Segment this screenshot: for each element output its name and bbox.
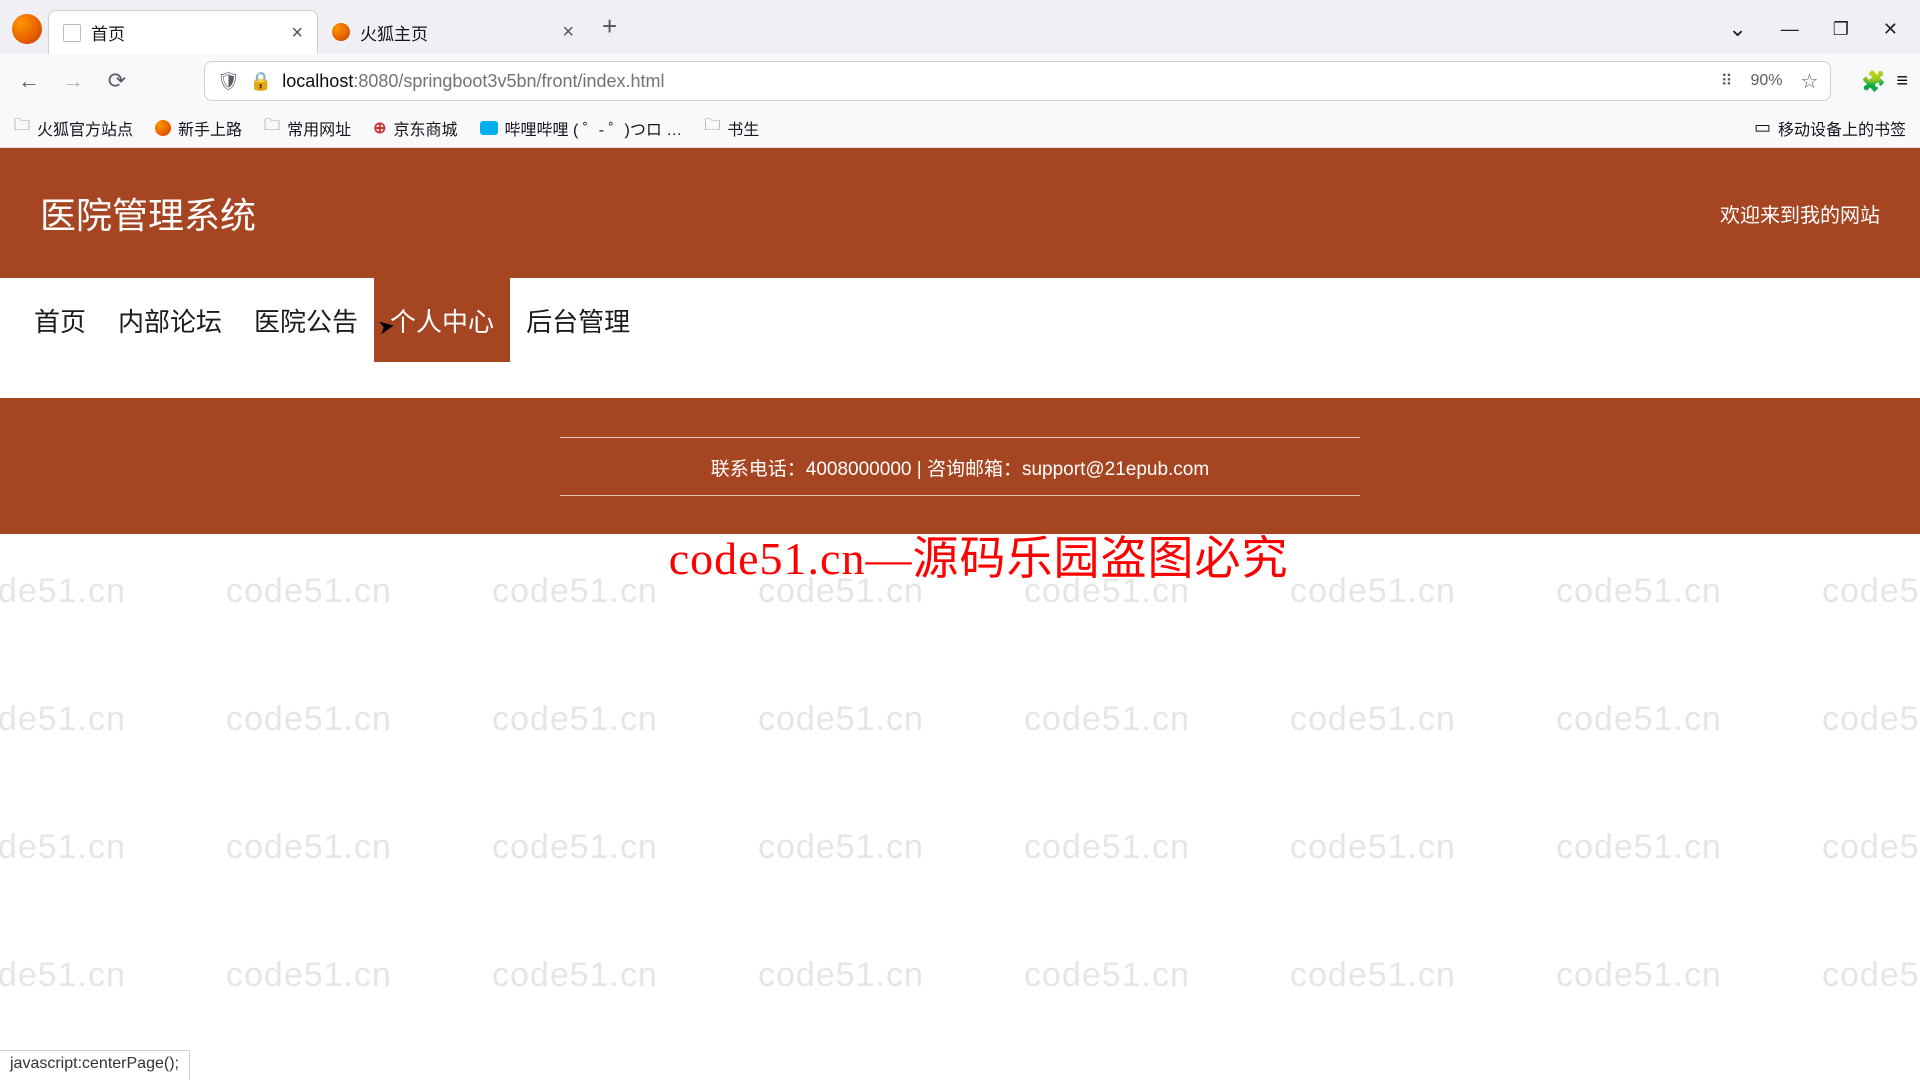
browser-tab-0[interactable]: 首页 × [48, 10, 318, 54]
welcome-text: 欢迎来到我的网站 [1720, 199, 1880, 228]
close-tab-icon[interactable]: × [291, 23, 303, 43]
zoom-level[interactable]: 90% [1750, 72, 1782, 90]
status-bar: javascript:centerPage(); [0, 1050, 190, 1080]
bookmark-label: 常用网址 [287, 116, 351, 140]
bookmark-item-5[interactable]: 🗀 书生 [704, 114, 759, 141]
footer-text: 联系电话：4008000000 | 咨询邮箱：support@21epub.co… [560, 454, 1360, 496]
app-menu-icon[interactable]: ≡ [1896, 70, 1908, 93]
folder-icon: 🗀 [704, 114, 720, 141]
bookmark-item-1[interactable]: 新手上路 [155, 116, 242, 140]
close-tab-icon[interactable]: × [562, 22, 574, 42]
footer-phone-label: 联系电话： [711, 459, 806, 480]
nav-item-0[interactable]: 首页 [18, 278, 102, 362]
bookmark-item-2[interactable]: 🗀 常用网址 [264, 114, 351, 141]
nav-item-3[interactable]: 个人中心 [374, 278, 510, 362]
page-content: 医院管理系统 欢迎来到我的网站 首页内部论坛医院公告个人中心后台管理 联系电话：… [0, 148, 1920, 534]
window-minimize-icon[interactable]: — [1781, 19, 1799, 40]
favicon-icon [332, 23, 350, 41]
mobile-bookmarks[interactable]: ▭ 移动设备上的书签 [1754, 116, 1906, 140]
anti-theft-watermark: code51.cn—源码乐园盗图必究 [669, 522, 1289, 588]
lock-icon[interactable]: 🔒 [250, 71, 272, 92]
bookmark-label: 新手上路 [178, 116, 242, 140]
reader-icon[interactable]: ⠿ [1721, 71, 1733, 91]
back-button[interactable]: ← [12, 64, 46, 98]
footer-mail: support@21epub.com [1022, 459, 1209, 480]
nav-item-2[interactable]: 医院公告 [238, 278, 374, 362]
bookmark-item-3[interactable]: ⊕ 京东商城 [373, 116, 457, 140]
bookmark-label: 京东商城 [393, 116, 457, 140]
jd-icon: ⊕ [373, 118, 386, 138]
footer-inner: 联系电话：4008000000 | 咨询邮箱：support@21epub.co… [560, 437, 1360, 496]
url-domain: localhost [282, 71, 353, 91]
bookmark-label: 书生 [727, 116, 759, 140]
tab-title: 首页 [91, 20, 125, 45]
url-text: localhost:8080/springboot3v5bn/front/ind… [282, 71, 664, 92]
bookmark-star-icon[interactable]: ☆ [1800, 69, 1818, 94]
site-footer: 联系电话：4008000000 | 咨询邮箱：support@21epub.co… [0, 398, 1920, 534]
site-header: 医院管理系统 欢迎来到我的网站 [0, 148, 1920, 278]
footer-rule-top [560, 437, 1360, 438]
new-tab-button[interactable]: + [602, 11, 617, 42]
nav-item-1[interactable]: 内部论坛 [102, 278, 238, 362]
nav-spacer [0, 362, 1920, 398]
address-bar[interactable]: 🛡 🔒 localhost:8080/springboot3v5bn/front… [204, 61, 1831, 101]
mobile-icon: ▭ [1754, 117, 1771, 138]
window-close-icon[interactable]: ✕ [1883, 19, 1898, 40]
site-title: 医院管理系统 [40, 187, 256, 239]
bookmark-item-0[interactable]: 🗀 火狐官方站点 [14, 114, 133, 141]
footer-mail-label: 咨询邮箱： [927, 459, 1022, 480]
mobile-bookmarks-label: 移动设备上的书签 [1778, 116, 1906, 140]
favicon-icon [63, 24, 81, 42]
firefox-logo-icon [12, 14, 42, 44]
bookmarks-bar: 🗀 火狐官方站点 新手上路 🗀 常用网址 ⊕ 京东商城 哔哩哔哩 ( ゜- ゜)… [0, 108, 1920, 148]
window-restore-icon[interactable]: ❐ [1833, 19, 1849, 40]
url-path: :8080/springboot3v5bn/front/index.html [353, 71, 664, 91]
tabs-dropdown-icon[interactable]: ⌄ [1728, 16, 1746, 42]
folder-icon: 🗀 [264, 114, 280, 141]
nav-item-4[interactable]: 后台管理 [510, 278, 646, 362]
folder-icon: 🗀 [14, 114, 30, 141]
address-row: ← → ⟳ 🛡 🔒 localhost:8080/springboot3v5bn… [0, 54, 1920, 108]
tab-title: 火狐主页 [360, 20, 428, 45]
window-controls: ⌄ — ❐ ✕ [1728, 16, 1920, 54]
extensions-icon[interactable]: 🧩 [1861, 69, 1886, 94]
browser-tab-1[interactable]: 火狐主页 × [318, 10, 588, 54]
reload-button[interactable]: ⟳ [100, 64, 134, 98]
site-nav: 首页内部论坛医院公告个人中心后台管理 [0, 278, 1920, 362]
bookmark-label: 火狐官方站点 [37, 116, 133, 140]
bilibili-icon [480, 121, 498, 135]
bookmark-item-4[interactable]: 哔哩哔哩 ( ゜- ゜)つロ … [480, 116, 683, 140]
browser-chrome: 首页 × 火狐主页 × + ⌄ — ❐ ✕ ← → ⟳ 🛡 🔒 localhos… [0, 0, 1920, 148]
tab-strip: 首页 × 火狐主页 × + ⌄ — ❐ ✕ [0, 0, 1920, 54]
address-bar-right-icons: ⠿ 90% ☆ [1721, 69, 1819, 94]
forward-button[interactable]: → [56, 64, 90, 98]
shield-icon[interactable]: 🛡 [217, 71, 240, 92]
footer-sep: | [911, 459, 927, 480]
footer-phone: 4008000000 [806, 459, 912, 480]
firefox-icon [155, 120, 171, 136]
bookmark-label: 哔哩哔哩 ( ゜- ゜)つロ … [505, 116, 683, 140]
